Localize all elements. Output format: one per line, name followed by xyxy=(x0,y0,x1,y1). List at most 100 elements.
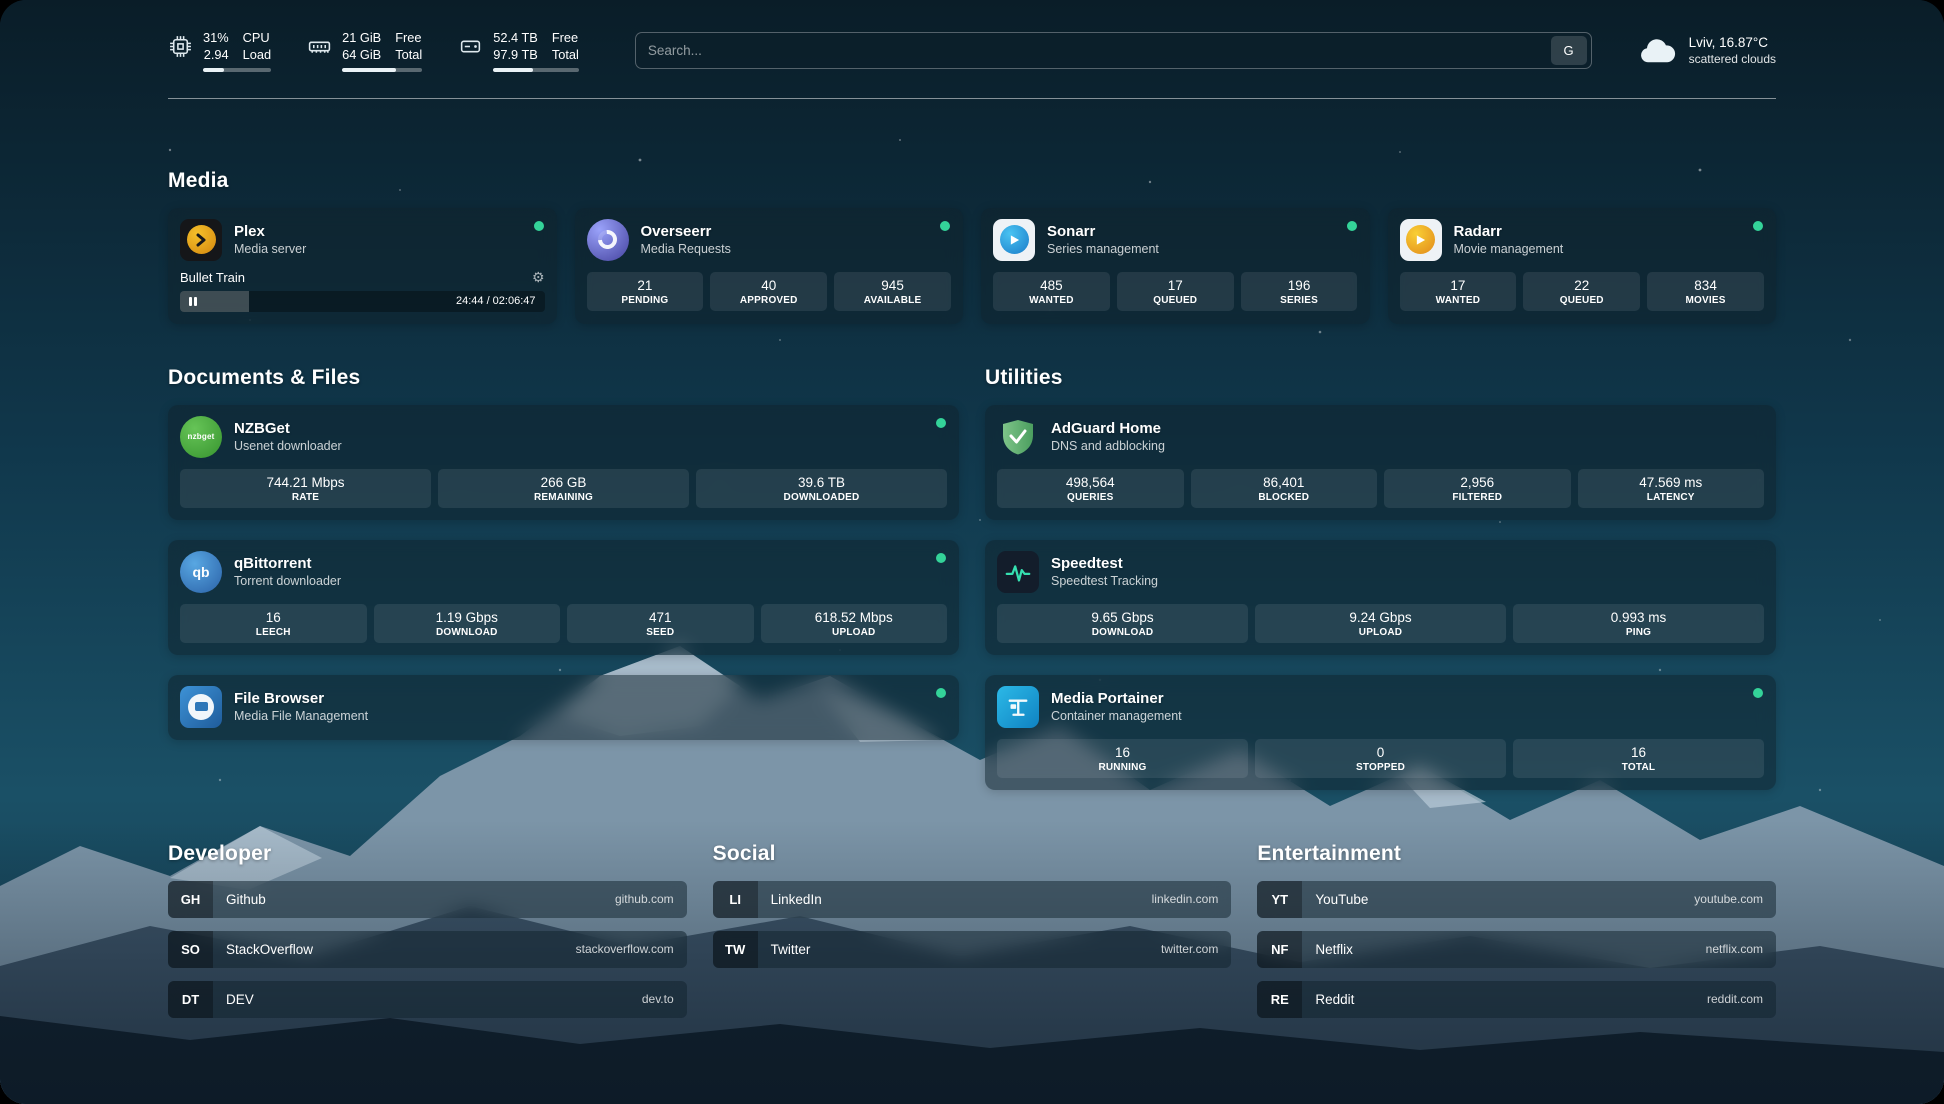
bookmark-abbr: TW xyxy=(713,931,758,968)
stat-box: 196 SERIES xyxy=(1241,272,1358,311)
nzbget-icon: nzbget xyxy=(180,416,222,458)
stat-value: 471 xyxy=(569,610,752,625)
stat-label: PENDING xyxy=(589,295,702,306)
status-dot xyxy=(534,221,544,231)
section-title-documents-files: Documents & Files xyxy=(168,366,959,390)
cpu-progressbar xyxy=(203,68,271,72)
overseerr-icon xyxy=(587,219,629,261)
bookmark-url: reddit.com xyxy=(1707,992,1776,1006)
service-link-radarr[interactable]: Radarr Movie management xyxy=(1400,219,1765,261)
stat-box: 40 APPROVED xyxy=(710,272,827,311)
stat-box: 471 SEED xyxy=(567,604,754,643)
stat-label: LATENCY xyxy=(1580,492,1763,503)
bookmark-row-github[interactable]: GH Github github.com xyxy=(168,881,687,918)
now-playing-widget: Bullet Train ⚙ 24:44 / 02:06:47 xyxy=(180,270,545,312)
bookmark-name: DEV xyxy=(213,992,642,1007)
stat-value: 834 xyxy=(1649,278,1762,293)
search-input[interactable] xyxy=(636,33,1551,68)
status-dot xyxy=(1753,688,1763,698)
memory-total-label: Total xyxy=(395,47,422,64)
stat-box: 744.21 Mbps RATE xyxy=(180,469,431,508)
stat-label: MOVIES xyxy=(1649,295,1762,306)
service-link-overseerr[interactable]: Overseerr Media Requests xyxy=(587,219,952,261)
search-provider-button[interactable]: G xyxy=(1551,36,1587,65)
service-link-plex[interactable]: Plex Media server xyxy=(180,219,545,261)
section-entertainment: Entertainment YT YouTube youtube.com NF … xyxy=(1257,842,1776,1031)
stat-value: 16 xyxy=(999,745,1246,760)
service-name: Plex xyxy=(234,223,306,240)
bookmark-row-netflix[interactable]: NF Netflix netflix.com xyxy=(1257,931,1776,968)
service-name: AdGuard Home xyxy=(1051,420,1165,437)
stat-label: BLOCKED xyxy=(1193,492,1376,503)
section-social: Social LI LinkedIn linkedin.com TW Twitt… xyxy=(713,842,1232,1031)
status-dot xyxy=(936,418,946,428)
bookmark-row-youtube[interactable]: YT YouTube youtube.com xyxy=(1257,881,1776,918)
stat-label: APPROVED xyxy=(712,295,825,306)
topbar: 31% CPU 2.94 Load xyxy=(168,0,1776,72)
bookmark-name: Netflix xyxy=(1302,942,1705,957)
bookmark-row-dev[interactable]: DT DEV dev.to xyxy=(168,981,687,1018)
playback-time: 24:44 / 02:06:47 xyxy=(456,295,536,307)
service-name: Radarr xyxy=(1454,223,1564,240)
cloud-icon xyxy=(1636,36,1678,66)
service-link-adguard-home[interactable]: AdGuard Home DNS and adblocking xyxy=(997,416,1764,458)
stat-box: 21 PENDING xyxy=(587,272,704,311)
bookmark-name: YouTube xyxy=(1302,892,1694,907)
service-link-portainer[interactable]: Media Portainer Container management xyxy=(997,686,1764,728)
stat-box: 498,564 QUERIES xyxy=(997,469,1184,508)
service-name: NZBGet xyxy=(234,420,342,437)
stat-box: 266 GB REMAINING xyxy=(438,469,689,508)
bookmark-row-reddit[interactable]: RE Reddit reddit.com xyxy=(1257,981,1776,1018)
stat-box: 834 MOVIES xyxy=(1647,272,1764,311)
status-dot xyxy=(1347,221,1357,231)
stat-label: UPLOAD xyxy=(763,627,946,638)
stat-value: 17 xyxy=(1119,278,1232,293)
disk-free-value: 52.4 TB xyxy=(493,30,538,47)
bookmark-row-linkedin[interactable]: LI LinkedIn linkedin.com xyxy=(713,881,1232,918)
service-subtitle: Container management xyxy=(1051,709,1182,723)
bookmark-row-stackoverflow[interactable]: SO StackOverflow stackoverflow.com xyxy=(168,931,687,968)
service-name: Speedtest xyxy=(1051,555,1158,572)
section-utilities: Utilities xyxy=(985,366,1776,790)
stat-value: 0.993 ms xyxy=(1515,610,1762,625)
service-card-adguard-home: AdGuard Home DNS and adblocking 498,564 … xyxy=(985,405,1776,520)
stat-value: 40 xyxy=(712,278,825,293)
stat-label: SEED xyxy=(569,627,752,638)
bookmark-row-twitter[interactable]: TW Twitter twitter.com xyxy=(713,931,1232,968)
bookmark-abbr: DT xyxy=(168,981,213,1018)
stat-box: 1.19 Gbps DOWNLOAD xyxy=(374,604,561,643)
speedtest-pulse-icon xyxy=(997,551,1039,593)
section-title-utilities: Utilities xyxy=(985,366,1776,390)
stat-label: REMAINING xyxy=(440,492,687,503)
service-link-filebrowser[interactable]: File Browser Media File Management xyxy=(180,686,947,728)
service-link-qbittorrent[interactable]: qb qBittorrent Torrent downloader xyxy=(180,551,947,593)
service-link-nzbget[interactable]: nzbget NZBGet Usenet downloader xyxy=(180,416,947,458)
pause-button[interactable] xyxy=(180,297,206,306)
stat-label: LEECH xyxy=(182,627,365,638)
section-documents-files: Documents & Files nzbget NZBGet Usenet d… xyxy=(168,366,959,790)
service-subtitle: Media server xyxy=(234,242,306,256)
service-subtitle: Movie management xyxy=(1454,242,1564,256)
service-link-sonarr[interactable]: Sonarr Series management xyxy=(993,219,1358,261)
gear-icon[interactable]: ⚙ xyxy=(532,270,545,284)
section-title-entertainment: Entertainment xyxy=(1257,842,1776,866)
service-subtitle: DNS and adblocking xyxy=(1051,439,1165,453)
stat-label: UPLOAD xyxy=(1257,627,1504,638)
status-dot xyxy=(936,688,946,698)
bookmark-abbr: NF xyxy=(1257,931,1302,968)
service-card-radarr: Radarr Movie management 17 WANTED 22 QUE… xyxy=(1388,208,1777,324)
bookmark-url: github.com xyxy=(615,892,687,906)
stat-label: RATE xyxy=(182,492,429,503)
service-name: qBittorrent xyxy=(234,555,341,572)
service-link-speedtest[interactable]: Speedtest Speedtest Tracking xyxy=(997,551,1764,593)
weather-location: Lviv, 16.87°C xyxy=(1689,35,1776,50)
stat-box: 16 TOTAL xyxy=(1513,739,1764,778)
service-card-plex: Plex Media server Bullet Train ⚙ 24:44 / xyxy=(168,208,557,324)
stat-value: 86,401 xyxy=(1193,475,1376,490)
stat-label: QUEUED xyxy=(1119,295,1232,306)
radarr-icon xyxy=(1400,219,1442,261)
stat-value: 2,956 xyxy=(1386,475,1569,490)
stat-value: 9.24 Gbps xyxy=(1257,610,1504,625)
stat-value: 498,564 xyxy=(999,475,1182,490)
cpu-widget: 31% CPU 2.94 Load xyxy=(168,30,271,72)
